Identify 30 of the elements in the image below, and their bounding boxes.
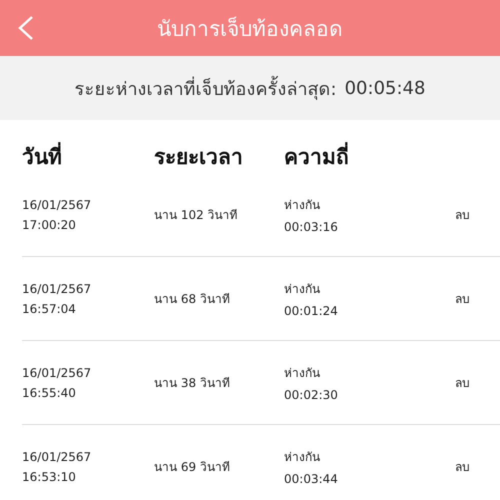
duration-text: นาน 68 วินาที: [154, 291, 231, 308]
gap-text: 00:01:24: [284, 304, 339, 318]
gap-text: 00:03:16: [284, 220, 339, 234]
gap-label: ห่างกัน: [284, 449, 321, 466]
summary-label: ระยะห่างเวลาที่เจ็บท้องครั้งล่าสุด:: [74, 74, 337, 102]
time-text: 16:53:10: [22, 470, 77, 484]
time-text: 17:00:20: [22, 218, 77, 232]
date-text: 16/01/2567: [22, 366, 92, 380]
gap-text: 00:03:44: [284, 472, 339, 486]
column-header: วันที่: [22, 140, 154, 173]
gap-label: ห่างกัน: [284, 281, 321, 298]
delete-button[interactable]: ลบ: [453, 371, 472, 394]
delete-button[interactable]: ลบ: [453, 287, 472, 310]
gap-label: ห่างกัน: [284, 197, 321, 214]
delete-button[interactable]: ลบ: [453, 455, 472, 478]
page-title: นับการเจ็บท้องคลอด: [157, 16, 343, 42]
summary-value: 00:05:48: [344, 78, 426, 98]
date-text: 16/01/2567: [22, 282, 92, 296]
time-text: 16:55:40: [22, 386, 77, 400]
date-text: 16/01/2567: [22, 198, 92, 212]
duration-text: นาน 69 วินาที: [154, 459, 231, 476]
duration-text: นาน 102 วินาที: [154, 207, 239, 224]
gap-text: 00:02:30: [284, 388, 339, 402]
date-text: 16/01/2567: [22, 450, 92, 464]
time-text: 16:57:04: [22, 302, 77, 316]
duration-text: นาน 38 วินาที: [154, 375, 231, 392]
delete-button[interactable]: ลบ: [453, 203, 472, 226]
column-header: ความถี่: [284, 140, 478, 173]
gap-label: ห่างกัน: [284, 365, 321, 382]
column-header: ระยะเวลา: [154, 144, 244, 171]
